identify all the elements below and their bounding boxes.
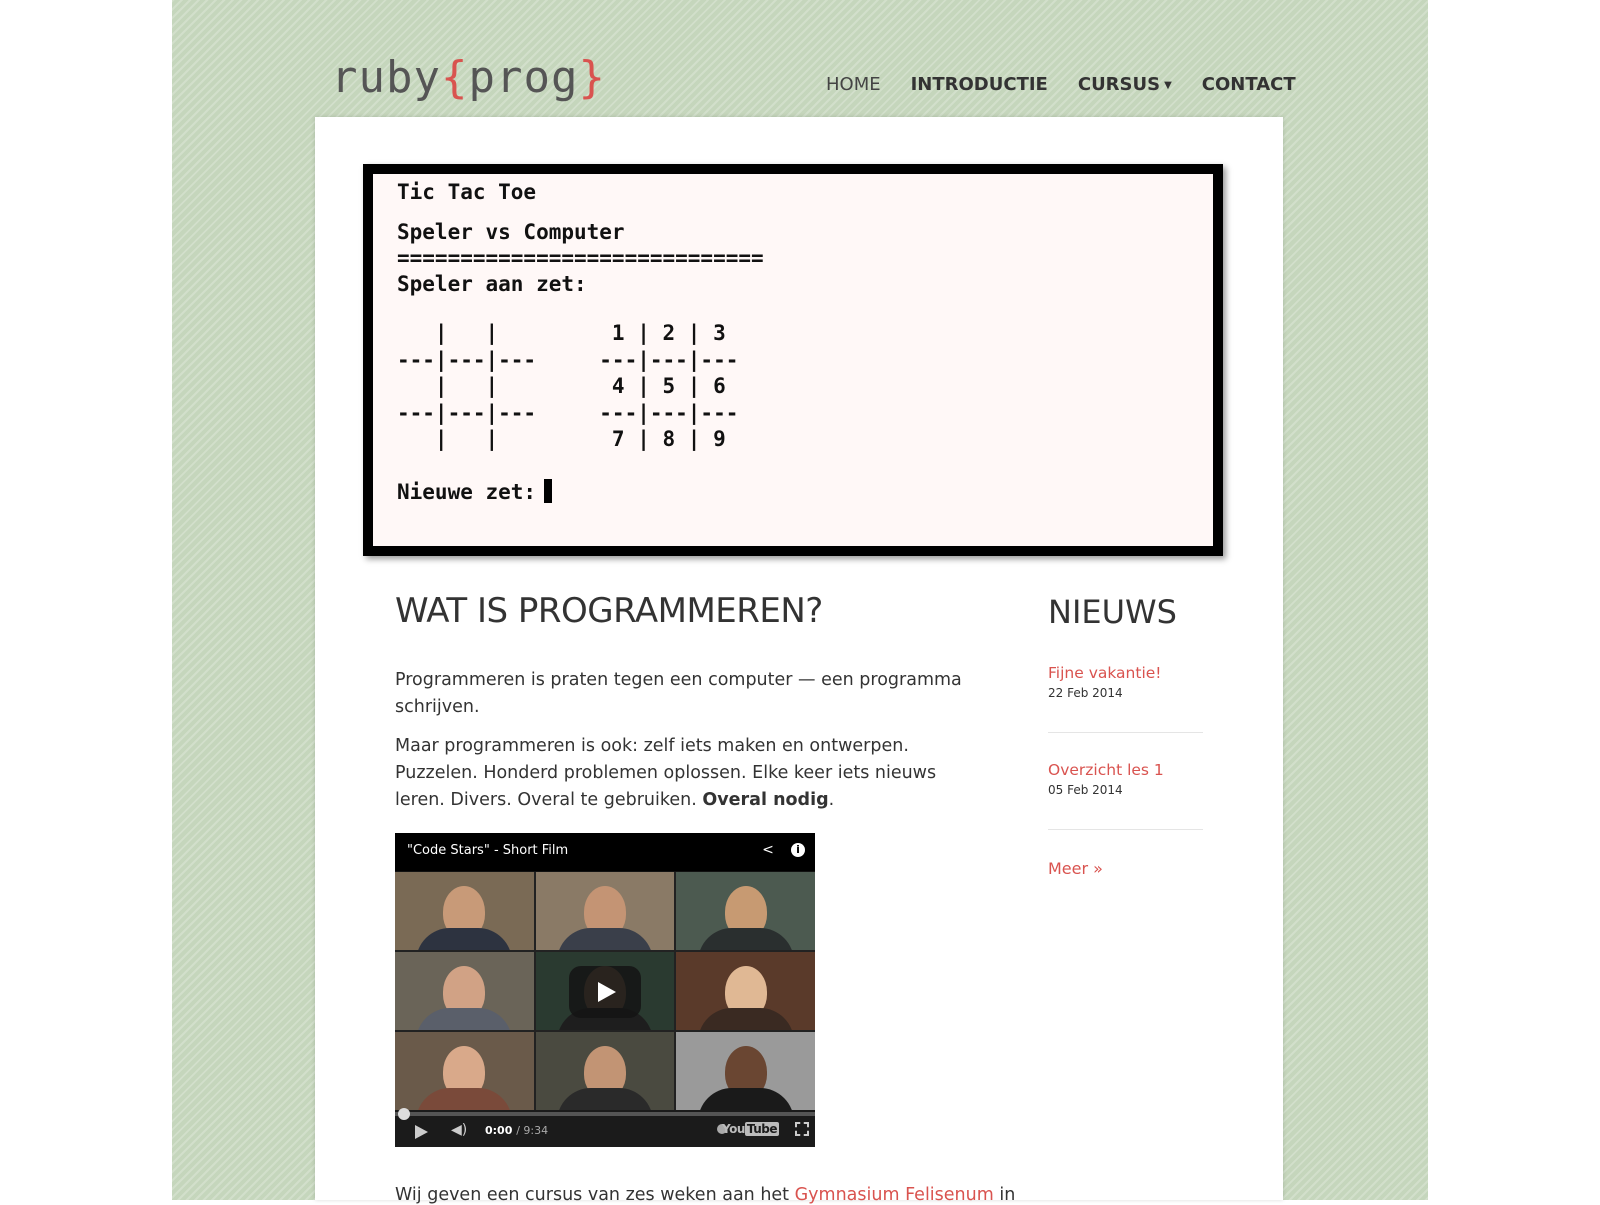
news-item-title[interactable]: Fijne vakantie! bbox=[1048, 664, 1203, 682]
fullscreen-icon[interactable] bbox=[795, 1122, 809, 1136]
nav-cursus[interactable]: CURSUS ▼ bbox=[1078, 74, 1172, 95]
more-news-link[interactable]: Meer » bbox=[1048, 859, 1103, 878]
news-heading: NIEUWS bbox=[1048, 593, 1177, 631]
share-icon[interactable]: < bbox=[759, 841, 777, 859]
video-duration: / 9:34 bbox=[516, 1124, 549, 1137]
video-player[interactable]: "Code Stars" - Short Film < i ◀) 0:00 / … bbox=[395, 833, 815, 1147]
play-icon[interactable] bbox=[415, 1125, 428, 1139]
thumbnail-tile bbox=[535, 1032, 675, 1110]
news-item-date: 22 Feb 2014 bbox=[1048, 686, 1123, 700]
youtube-logo[interactable]: You Tube bbox=[722, 1122, 779, 1136]
text-cursor-icon bbox=[544, 479, 553, 503]
description-text: Maar programmeren is ook: zelf iets make… bbox=[395, 736, 937, 810]
video-title[interactable]: "Code Stars" - Short Film bbox=[407, 843, 568, 858]
course-paragraph: Wij geven een cursus van zes weken aan h… bbox=[395, 1185, 1015, 1205]
terminal-prompt: Nieuwe zet: bbox=[397, 479, 553, 504]
youtube-logo-tube: Tube bbox=[744, 1122, 779, 1136]
video-progress-bar[interactable] bbox=[395, 1108, 815, 1120]
video-current-time: 0:00 bbox=[485, 1124, 513, 1137]
news-divider bbox=[1048, 829, 1203, 830]
progress-knob[interactable] bbox=[398, 1108, 410, 1120]
thumbnail-tile bbox=[395, 952, 534, 1030]
terminal-title: Tic Tac Toe bbox=[397, 180, 537, 204]
description-end: . bbox=[828, 790, 835, 810]
news-item: Fijne vakantie! 22 Feb 2014 bbox=[1048, 664, 1203, 700]
thumbnail-tile bbox=[676, 1032, 815, 1110]
description-paragraph: Maar programmeren is ook: zelf iets make… bbox=[395, 733, 985, 814]
logo-text-prog: prog bbox=[468, 52, 579, 103]
logo-text-ruby: ruby bbox=[331, 52, 441, 103]
page-title: WAT IS PROGRAMMEREN? bbox=[395, 591, 823, 631]
video-title-bar: "Code Stars" - Short Film < i bbox=[395, 833, 815, 871]
play-button-icon[interactable] bbox=[569, 966, 641, 1018]
board-row: | | 4 | 5 | 6 bbox=[397, 374, 726, 398]
thumbnail-tile bbox=[676, 952, 815, 1030]
terminal-turn: Speler aan zet: bbox=[397, 272, 587, 296]
terminal-separator: ============================= bbox=[397, 246, 764, 270]
youtube-logo-you: You bbox=[721, 1122, 745, 1136]
video-controls: ◀) 0:00 / 9:34 You Tube bbox=[395, 1108, 815, 1147]
logo-close-brace: } bbox=[578, 52, 606, 103]
description-emphasis: Overal nodig bbox=[702, 790, 829, 810]
nav-introductie[interactable]: INTRODUCTIE bbox=[911, 74, 1048, 95]
intro-paragraph: Programmeren is praten tegen een compute… bbox=[395, 670, 962, 717]
nav-cursus-label: CURSUS bbox=[1077, 74, 1161, 95]
thumbnail-tile bbox=[676, 872, 815, 950]
board-row: | | 7 | 8 | 9 bbox=[397, 427, 726, 451]
news-item-date: 05 Feb 2014 bbox=[1048, 783, 1123, 797]
school-link[interactable]: Gymnasium Felisenum bbox=[795, 1185, 994, 1205]
news-item-title[interactable]: Overzicht les 1 bbox=[1048, 761, 1203, 779]
terminal-screen: Tic Tac Toe Speler vs Computer =========… bbox=[373, 174, 1213, 546]
thumbnail-tile bbox=[395, 1032, 534, 1110]
volume-icon[interactable]: ◀) bbox=[451, 1122, 467, 1138]
thumbnail-tile bbox=[395, 872, 534, 950]
news-divider bbox=[1048, 732, 1203, 733]
board-row: ---|---|--- ---|---|--- bbox=[397, 400, 739, 425]
site-logo[interactable]: ruby{prog} bbox=[331, 52, 606, 103]
terminal-screenshot: Tic Tac Toe Speler vs Computer =========… bbox=[363, 164, 1223, 556]
thumbnail-tile bbox=[535, 872, 675, 950]
terminal-board: | | 1 | 2 | 3 ---|---|--- ---|---|--- | … bbox=[397, 320, 738, 453]
nav-home[interactable]: HOME bbox=[826, 74, 881, 95]
video-time: 0:00 / 9:34 bbox=[485, 1124, 548, 1137]
terminal-prompt-label: Nieuwe zet: bbox=[397, 480, 537, 504]
news-item: Overzicht les 1 05 Feb 2014 bbox=[1048, 761, 1203, 797]
board-row: ---|---|--- ---|---|--- bbox=[397, 347, 739, 372]
terminal-mode: Speler vs Computer bbox=[397, 220, 625, 244]
main-nav: HOME INTRODUCTIE CURSUS ▼ CONTACT bbox=[826, 74, 1326, 95]
nav-contact[interactable]: CONTACT bbox=[1202, 74, 1296, 95]
course-text: Wij geven een cursus van zes weken aan h… bbox=[395, 1185, 795, 1205]
course-text-end: in bbox=[993, 1185, 1016, 1205]
info-icon[interactable]: i bbox=[791, 843, 805, 857]
board-row: | | 1 | 2 | 3 bbox=[397, 321, 726, 345]
content-panel: Tic Tac Toe Speler vs Computer =========… bbox=[315, 117, 1283, 1205]
logo-open-brace: { bbox=[440, 52, 469, 103]
caret-down-icon: ▼ bbox=[1164, 79, 1172, 91]
